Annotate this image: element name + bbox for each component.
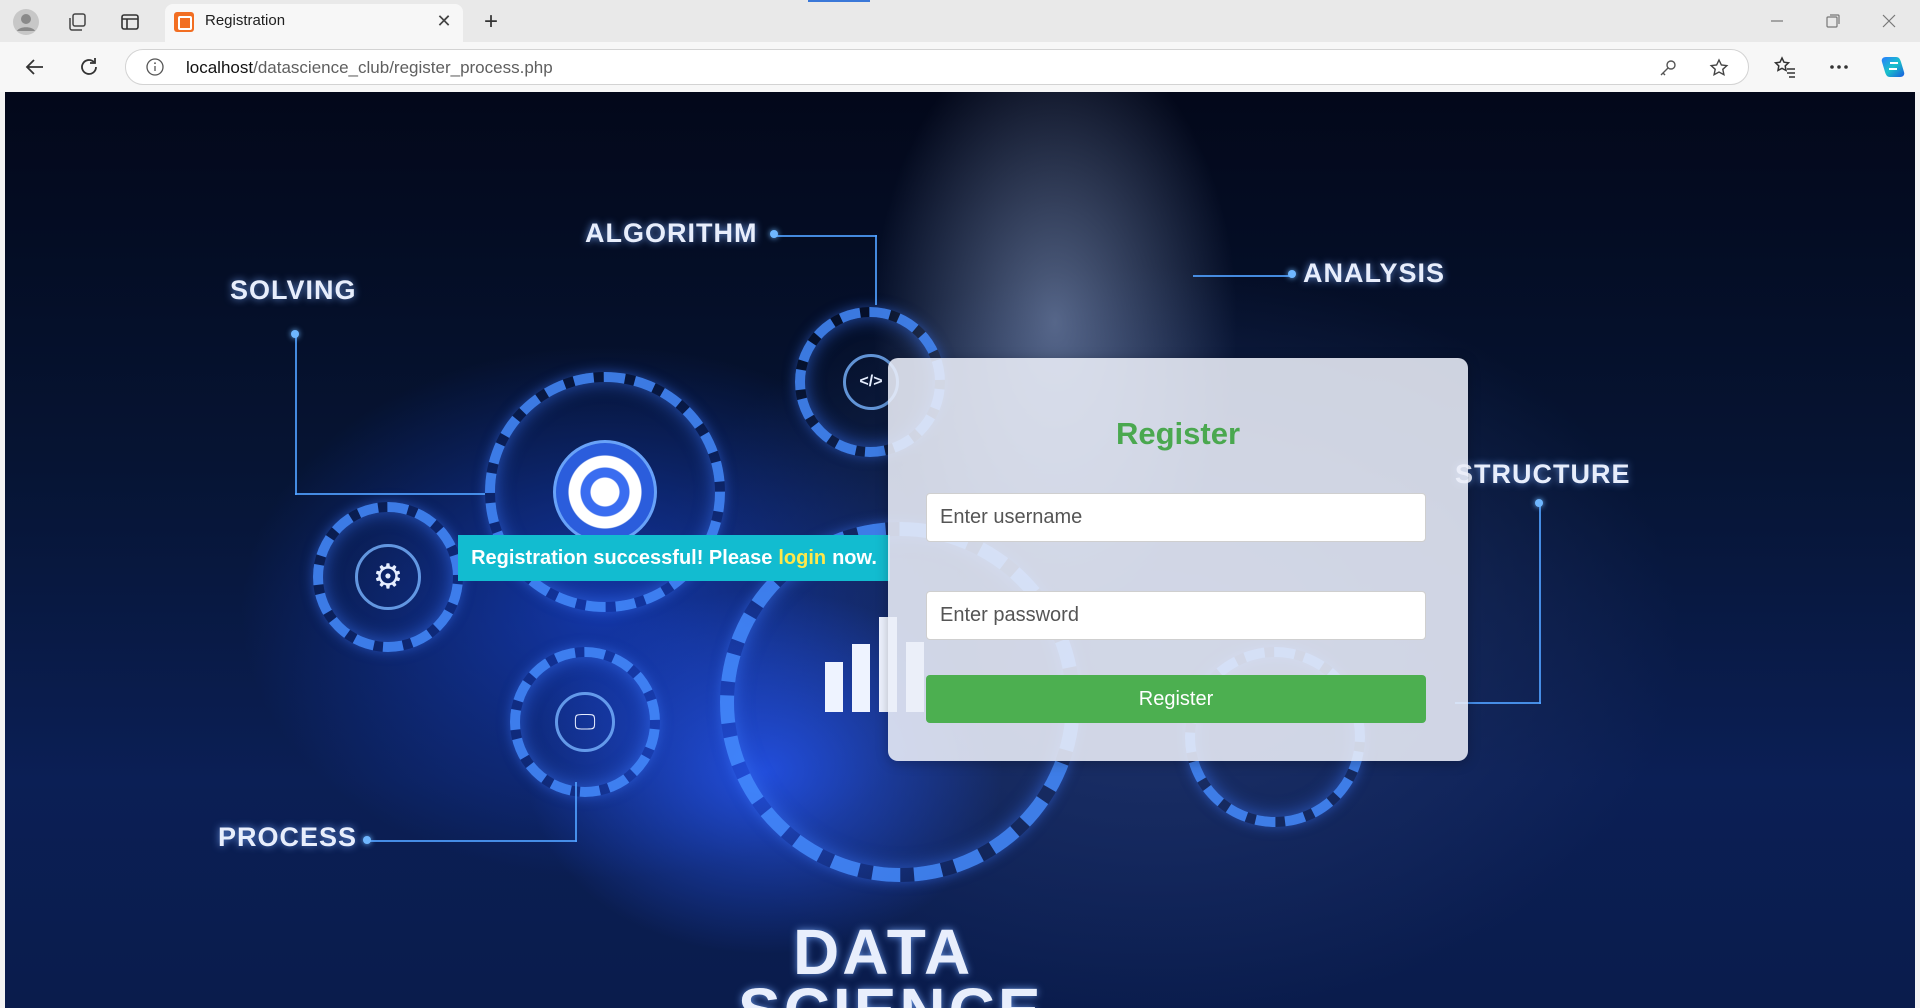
browser-toolbar: localhost/datascience_club/register_proc…	[0, 42, 1920, 92]
tab-registration[interactable]: Registration ✕	[165, 4, 463, 42]
password-input[interactable]	[926, 591, 1426, 640]
label-science: SCIENCE	[738, 974, 1044, 1008]
registration-form: Register Register	[888, 358, 1468, 761]
close-window-icon[interactable]	[1866, 6, 1912, 36]
register-button[interactable]: Register	[926, 675, 1426, 723]
connector-line	[367, 840, 577, 842]
connector-line	[775, 235, 877, 237]
username-input[interactable]	[926, 493, 1426, 542]
connector-line	[1193, 275, 1293, 277]
workspaces-icon[interactable]	[63, 8, 91, 36]
label-algorithm: ALGORITHM	[585, 218, 758, 248]
tab-title: Registration	[205, 12, 286, 29]
restore-icon[interactable]	[1810, 6, 1856, 36]
connector-dot	[1535, 499, 1543, 507]
label-process: PROCESS	[218, 822, 358, 852]
refresh-icon[interactable]	[73, 51, 105, 83]
connector-line	[295, 335, 297, 495]
connector-dot	[1288, 270, 1296, 278]
connector-line	[1539, 504, 1541, 704]
site-info-icon[interactable]	[146, 58, 164, 76]
login-link[interactable]: login	[778, 547, 826, 570]
connector-line	[575, 782, 577, 842]
xampp-favicon-icon	[174, 12, 194, 32]
minimize-icon[interactable]	[1754, 6, 1800, 36]
profile-avatar-icon[interactable]	[12, 8, 40, 36]
close-tab-icon[interactable]: ✕	[431, 8, 457, 34]
back-icon[interactable]	[19, 51, 51, 83]
page-viewport: ⚙ 🖵 </> ALGORITHM SOLVING ANALYSIS STRUC…	[5, 92, 1915, 1008]
success-message-suffix: now.	[832, 546, 877, 569]
more-options-icon[interactable]	[1823, 51, 1855, 83]
password-key-icon[interactable]	[1656, 56, 1680, 80]
cogs-icon: ⚙	[355, 544, 421, 610]
copilot-icon[interactable]	[1878, 51, 1910, 83]
connector-dot	[770, 230, 778, 238]
label-analysis: ANALYSIS	[1303, 258, 1446, 288]
tab-strip: Registration ✕ +	[0, 0, 1920, 42]
address-bar[interactable]: localhost/datascience_club/register_proc…	[125, 49, 1749, 85]
target-icon	[553, 440, 657, 544]
form-title: Register	[1115, 416, 1241, 451]
registration-success-message: Registration successful! Please login no…	[458, 535, 890, 581]
new-tab-button[interactable]: +	[476, 7, 506, 37]
url-text: localhost/datascience_club/register_proc…	[186, 58, 553, 77]
loading-indicator	[808, 0, 870, 2]
vertical-tabs-icon[interactable]	[116, 8, 144, 36]
success-message-text: Registration successful! Please	[471, 546, 773, 569]
favorite-star-icon[interactable]	[1707, 56, 1731, 80]
label-structure: STRUCTURE	[1455, 459, 1631, 489]
connector-line	[295, 493, 485, 495]
connector-dot	[363, 836, 371, 844]
monitor-icon: 🖵	[555, 692, 615, 752]
connector-dot	[291, 330, 299, 338]
connector-line	[875, 235, 877, 305]
favorites-icon[interactable]	[1769, 51, 1801, 83]
label-solving: SOLVING	[230, 275, 357, 305]
